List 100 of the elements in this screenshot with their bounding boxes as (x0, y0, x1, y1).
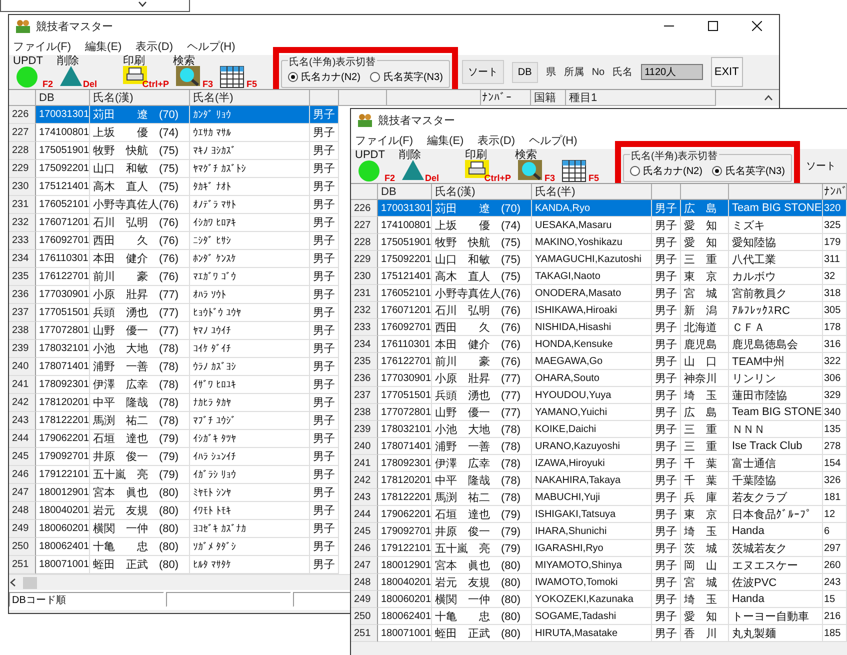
column-header[interactable] (351, 184, 378, 200)
column-header[interactable]: 氏名(半) (532, 184, 652, 200)
menu-item[interactable]: ヘルプ(H) (529, 132, 578, 148)
table-row[interactable]: 232 176071201 石川 弘明 (76) ISHIKAWA,Hiroaki 男子 新 潟 ｱﾙﾌﾚｯｸｽRC 305 (351, 302, 847, 319)
radio-option[interactable]: 氏名英字(N3) (712, 164, 785, 178)
delete-button[interactable]: 削除 Del (399, 149, 439, 183)
refresh-button[interactable]: F5 (217, 55, 257, 89)
table-row[interactable]: 248 180040201 岩元 友規 (80) IWAMOTO,Tomoki 男子 宮 城 佐波PVC 243 (351, 574, 847, 591)
menu-item[interactable]: ファイル(F) (13, 38, 72, 54)
scrollbar-thumb[interactable] (23, 576, 37, 588)
menu-item[interactable]: 編集(E) (85, 38, 122, 54)
maximize-icon[interactable] (708, 21, 718, 31)
table-row[interactable]: 229 175092201 山口 和敏 (75) ﾔﾏｸﾞﾁ ｶｽﾞﾄｼ 男子 (9, 160, 339, 178)
table-row[interactable]: 229 175092201 山口 和敏 (75) YAMAGUCHI,Kazutoshi 男子 三 重 八代工業 311 (351, 251, 847, 268)
table-row[interactable]: 248 180040201 岩元 友規 (80) ｲﾜﾓﾄ ﾄﾓｷ 男子 (9, 502, 339, 520)
table-row[interactable]: 234 176110301 本田 健介 (76) ﾎﾝﾀﾞ ｹﾝｽｹ 男子 (9, 250, 339, 268)
table-row[interactable]: 233 176092701 西田 久 (76) NISHIDA,Hisashi 男子 北海道 ＣＦＡ 178 (351, 319, 847, 336)
table-row[interactable]: 249 180060201 横関 一仲 (80) ﾖｺｾﾞｷ ｶｽﾞﾅｶ 男子 (9, 520, 339, 538)
table-row[interactable]: 238 177072801 山野 優一 (77) YAMANO,Yuichi 男子 広 島 Team BIG STONE 340 (351, 404, 847, 421)
menu-item[interactable]: 編集(E) (427, 132, 464, 148)
table-row[interactable]: 240 178071401 浦野 一善 (78) ｳﾗﾉ ｶｽﾞﾖｼ 男子 (9, 358, 339, 376)
table-row[interactable]: 239 178032101 小池 大地 (78) ｺｲｹ ﾀﾞｲﾁ 男子 (9, 340, 339, 358)
table-row[interactable]: 227 174100801 上坂 優 (74) UESAKA,Masaru 男子 愛 知 ミズキ 325 (351, 217, 847, 234)
update-button[interactable]: UPDT F2 (13, 55, 53, 89)
table-row[interactable]: 241 178092301 伊澤 広幸 (78) IZAWA,Hiroyuki 男子 千 葉 富士通信 154 (351, 455, 847, 472)
menu-item[interactable]: 表示(D) (136, 38, 173, 54)
table-row[interactable]: 242 178120201 中平 隆哉 (78) ﾅｶﾋﾗ ﾀｶﾔ 男子 (9, 394, 339, 412)
table-row[interactable]: 251 180071001 蛭田 正武 (80) HIRUTA,Masatake 男子 香 川 丸丸製麺 185 (351, 625, 847, 642)
table-row[interactable]: 228 175051901 牧野 快航 (75) ﾏｷﾉ ﾖｼｶｽﾞ 男子 (9, 142, 339, 160)
radio-option[interactable]: 氏名英字(N3) (370, 70, 443, 84)
table-row[interactable]: 241 178092301 伊澤 広幸 (78) ｲｻﾞﾜ ﾋﾛﾕｷ 男子 (9, 376, 339, 394)
column-header[interactable]: ﾅﾝﾊﾞ (823, 184, 847, 200)
column-header[interactable]: ﾅﾝﾊﾞｰ (481, 90, 531, 106)
table-row[interactable]: 230 175121401 高木 直人 (75) ﾀｶｷﾞ ﾅｵﾄ 男子 (9, 178, 339, 196)
table-row[interactable]: 226 170031301 苅田 遼 (70) KANDA,Ryo 男子 広 島 Team BIG STONE 320 (351, 200, 847, 217)
column-header[interactable] (9, 90, 36, 106)
table-row[interactable]: 243 178122201 馬渕 祐二 (78) MABUCHI,Yuji 男子 兵 庫 若友クラブ 181 (351, 489, 847, 506)
table-row[interactable]: 250 180062401 十亀 忠 (80) ｿｶﾞﾒ ﾀﾀﾞｼ 男子 (9, 538, 339, 556)
column-header[interactable]: 氏名(漢) (432, 184, 532, 200)
table-row[interactable]: 247 180012901 宮本 眞也 (80) ﾐﾔﾓﾄ ｼﾝﾔ 男子 (9, 484, 339, 502)
table-row[interactable]: 242 178120201 中平 隆哉 (78) NAKAHIRA,Takaya 男子 千 葉 千葉陸協 326 (351, 472, 847, 489)
scroll-left-icon[interactable] (9, 578, 17, 587)
table-row[interactable]: 226 170031301 苅田 遼 (70) ｶﾝﾀﾞ ﾘｮｳ 男子 (9, 106, 339, 124)
table-row[interactable]: 235 176122701 前川 豪 (76) ﾏｴｶﾞﾜ ｺﾞｳ 男子 (9, 268, 339, 286)
table-row[interactable]: 237 177051501 兵頭 湧也 (77) ﾋｮｳﾄﾞｳ ﾕｳﾔ 男子 (9, 304, 339, 322)
close-icon[interactable] (752, 21, 762, 31)
scroll-up-icon[interactable] (764, 95, 773, 101)
search-button[interactable]: 検索 F3 (173, 55, 213, 89)
table-row[interactable]: 232 176071201 石川 弘明 (76) ｲｼｶﾜ ﾋﾛｱｷ 男子 (9, 214, 339, 232)
menu-item[interactable]: 表示(D) (478, 132, 515, 148)
column-header[interactable]: DB (378, 184, 432, 200)
print-button[interactable]: 印刷 Ctrl+P (465, 149, 511, 183)
radio-option[interactable]: 氏名カナ(N2) (288, 70, 360, 84)
menu-item[interactable]: ファイル(F) (355, 132, 414, 148)
menu-item[interactable]: ヘルプ(H) (187, 38, 236, 54)
column-header[interactable] (310, 90, 339, 106)
table-row[interactable]: 245 179092701 井原 俊一 (79) IHARA,Shunichi 男子 埼 玉 Handa 6 (351, 523, 847, 540)
delete-button[interactable]: 削除 Del (57, 55, 97, 89)
table-row[interactable]: 243 178122201 馬渕 祐二 (78) ﾏﾌﾞﾁ ﾕｳｼﾞ 男子 (9, 412, 339, 430)
table-row[interactable]: 244 179062201 石垣 達也 (79) ｲｼｶﾞｷ ﾀﾂﾔ 男子 (9, 430, 339, 448)
column-header[interactable] (339, 90, 387, 106)
table-row[interactable]: 237 177051501 兵頭 湧也 (77) HYOUDOU,Yuya 男子 埼 玉 蓮田市陸協 329 (351, 387, 847, 404)
print-button[interactable]: 印刷 Ctrl+P (123, 55, 169, 89)
column-header[interactable] (681, 184, 729, 200)
table-row[interactable]: 245 179092701 井原 俊一 (79) ｲﾊﾗ ｼｭﾝｲﾁ 男子 (9, 448, 339, 466)
table-row[interactable]: 240 178071401 浦野 一善 (78) URANO,Kazuyoshi 男子 三 重 Ise Track Club 278 (351, 438, 847, 455)
exit-button[interactable]: EXIT (710, 57, 743, 87)
table-row[interactable]: 236 177030901 小原 壯昇 (77) OHARA,Souto 男子 神奈川 リンリン 306 (351, 370, 847, 387)
column-header[interactable] (387, 90, 481, 106)
caret-icon[interactable] (138, 1, 147, 7)
table-row[interactable]: 230 175121401 高木 直人 (75) TAKAGI,Naoto 男子 東 京 カルボウ 32 (351, 268, 847, 285)
column-header[interactable]: 氏名(漢) (90, 90, 190, 106)
column-header[interactable]: 種目1 (566, 90, 716, 106)
table-row[interactable]: 236 177030901 小原 壯昇 (77) ｵﾊﾗ ｿｳﾄ 男子 (9, 286, 339, 304)
table-row[interactable]: 231 176052101 小野寺真佐人(76) ｵﾉﾃﾞﾗ ﾏｻﾄ 男子 (9, 196, 339, 214)
radio-option[interactable]: 氏名カナ(N2) (630, 164, 702, 178)
table-row[interactable]: 244 179062201 石垣 達也 (79) ISHIGAKI,Tatsuya 男子 東 京 日本食品ｸﾞﾙｰﾌﾟ 12 (351, 506, 847, 523)
table-row[interactable]: 227 174100801 上坂 優 (74) ｳｴｻｶ ﾏｻﾙ 男子 (9, 124, 339, 142)
table-row[interactable]: 250 180062401 十亀 忠 (80) SOGAME,Tadashi 男子 愛 知 トーヨー自動車 216 (351, 608, 847, 625)
table-row[interactable]: 238 177072801 山野 優一 (77) ﾔﾏﾉ ﾕｳｲﾁ 男子 (9, 322, 339, 340)
toolbar-button[interactable]: ソート (806, 155, 836, 177)
table-row[interactable]: 231 176052101 小野寺真佐人(76) ONODERA,Masato 男子 宮 城 宮前教員ク 318 (351, 285, 847, 302)
table-row[interactable]: 233 176092701 西田 久 (76) ﾆｼﾀﾞ ﾋｻｼ 男子 (9, 232, 339, 250)
table-row[interactable]: 239 178032101 小池 大地 (78) KOIKE,Daichi 男子 三 重 ＮＮＮ 135 (351, 421, 847, 438)
table-row[interactable]: 235 176122701 前川 豪 (76) MAEGAWA,Go 男子 山 口 TEAM中州 322 (351, 353, 847, 370)
table-row[interactable]: 246 179122101 五十嵐 亮 (79) IGARASHI,Ryo 男子 茨 城 茨城若友ク 297 (351, 540, 847, 557)
column-header[interactable] (729, 184, 823, 200)
table-row[interactable]: 247 180012901 宮本 眞也 (80) MIYAMOTO,Shinya 男子 岡 山 エヌエスケー 260 (351, 557, 847, 574)
update-button[interactable]: UPDT F2 (355, 149, 395, 183)
column-header[interactable]: 氏名(半) (190, 90, 310, 106)
table-row[interactable]: 228 175051901 牧野 快航 (75) MAKINO,Yoshikazu 男子 愛 知 愛知陸協 179 (351, 234, 847, 251)
refresh-button[interactable]: F5 (559, 149, 599, 183)
search-button[interactable]: 検索 F3 (515, 149, 555, 183)
table-row[interactable]: 251 180071001 蛭田 正武 (80) ﾋﾙﾀ ﾏｻﾀｹ 男子 (9, 556, 339, 574)
table-row[interactable]: 249 180060201 横関 一仲 (80) YOKOZEKI,Kazunaka 男子 埼 玉 Handa 15 (351, 591, 847, 608)
toolbar-button[interactable]: DB (512, 62, 538, 82)
table-row[interactable]: 234 176110301 本田 健介 (76) HONDA,Kensuke 男子 鹿児島 鹿児島徳島会 316 (351, 336, 847, 353)
column-header[interactable] (652, 184, 681, 200)
column-header[interactable]: DB (36, 90, 90, 106)
table-row[interactable]: 246 179122101 五十嵐 亮 (79) ｲｶﾞﾗｼ ﾘｮｳ 男子 (9, 466, 339, 484)
